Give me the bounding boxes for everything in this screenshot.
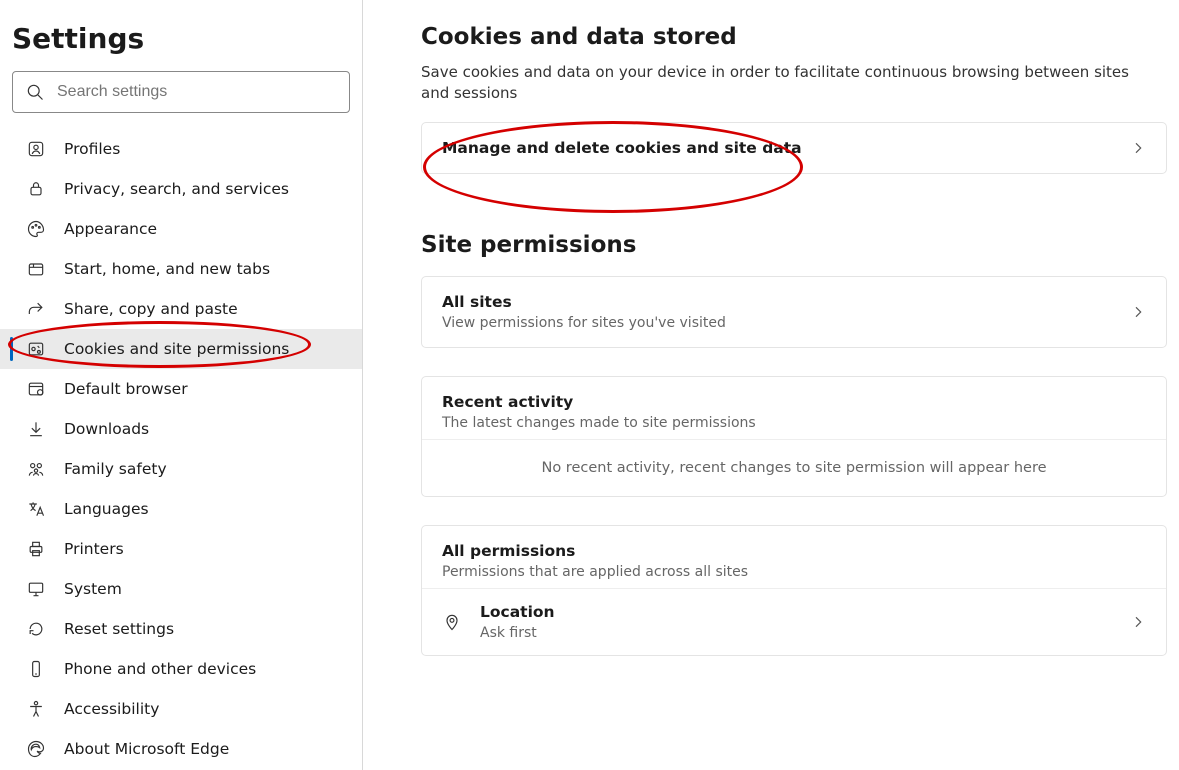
sidebar-item-label: Languages bbox=[64, 500, 149, 518]
all-permissions-sub: Permissions that are applied across all … bbox=[442, 564, 1146, 580]
printer-icon bbox=[26, 539, 46, 559]
all-permissions-card: All permissions Permissions that are app… bbox=[421, 525, 1167, 656]
sidebar-item-phone[interactable]: Phone and other devices bbox=[0, 649, 362, 689]
sidebar-item-label: System bbox=[64, 580, 122, 598]
system-icon bbox=[26, 579, 46, 599]
sidebar-item-default-browser[interactable]: Default browser bbox=[0, 369, 362, 409]
sidebar-item-system[interactable]: System bbox=[0, 569, 362, 609]
permission-location-title: Location bbox=[480, 603, 1112, 621]
sidebar-item-label: Privacy, search, and services bbox=[64, 180, 289, 198]
cookies-section-title: Cookies and data stored bbox=[421, 24, 1167, 50]
sidebar-item-appearance[interactable]: Appearance bbox=[0, 209, 362, 249]
all-sites-card: All sites View permissions for sites you… bbox=[421, 276, 1167, 348]
lock-icon bbox=[26, 179, 46, 199]
tabs-icon bbox=[26, 259, 46, 279]
all-permissions-title: All permissions bbox=[442, 542, 1146, 560]
chevron-right-icon bbox=[1130, 304, 1146, 320]
phone-icon bbox=[26, 659, 46, 679]
sidebar-item-label: Phone and other devices bbox=[64, 660, 256, 678]
cookie-icon bbox=[26, 339, 46, 359]
accessibility-icon bbox=[26, 699, 46, 719]
browser-icon bbox=[26, 379, 46, 399]
sidebar-item-start[interactable]: Start, home, and new tabs bbox=[0, 249, 362, 289]
permission-location-row[interactable]: Location Ask first bbox=[422, 588, 1166, 655]
sidebar-item-downloads[interactable]: Downloads bbox=[0, 409, 362, 449]
sidebar-item-profiles[interactable]: Profiles bbox=[0, 129, 362, 169]
share-icon bbox=[26, 299, 46, 319]
siteperms-section-title: Site permissions bbox=[421, 232, 1167, 258]
download-icon bbox=[26, 419, 46, 439]
settings-nav: Profiles Privacy, search, and services A… bbox=[0, 129, 362, 769]
sidebar-item-label: About Microsoft Edge bbox=[64, 740, 229, 758]
reset-icon bbox=[26, 619, 46, 639]
all-sites-title: All sites bbox=[442, 293, 1114, 311]
palette-icon bbox=[26, 219, 46, 239]
sidebar-item-label: Start, home, and new tabs bbox=[64, 260, 270, 278]
search-icon bbox=[25, 82, 45, 102]
settings-title: Settings bbox=[0, 22, 362, 71]
recent-activity-card: Recent activity The latest changes made … bbox=[421, 376, 1167, 497]
sidebar-item-label: Appearance bbox=[64, 220, 157, 238]
edge-icon bbox=[26, 739, 46, 759]
sidebar-item-family[interactable]: Family safety bbox=[0, 449, 362, 489]
language-icon bbox=[26, 499, 46, 519]
cookies-section-desc: Save cookies and data on your device in … bbox=[421, 62, 1141, 104]
search-input[interactable] bbox=[57, 83, 337, 101]
sidebar-item-label: Downloads bbox=[64, 420, 149, 438]
all-permissions-header: All permissions Permissions that are app… bbox=[422, 526, 1166, 588]
sidebar-item-accessibility[interactable]: Accessibility bbox=[0, 689, 362, 729]
sidebar-item-label: Default browser bbox=[64, 380, 188, 398]
sidebar-item-label: Family safety bbox=[64, 460, 167, 478]
settings-sidebar: Settings Profiles Privacy, search, and s… bbox=[0, 0, 363, 770]
profile-icon bbox=[26, 139, 46, 159]
search-container[interactable] bbox=[12, 71, 350, 113]
manage-cookies-label: Manage and delete cookies and site data bbox=[442, 139, 1114, 157]
sidebar-item-label: Accessibility bbox=[64, 700, 159, 718]
sidebar-item-languages[interactable]: Languages bbox=[0, 489, 362, 529]
recent-activity-header: Recent activity The latest changes made … bbox=[422, 377, 1166, 439]
settings-main: Cookies and data stored Save cookies and… bbox=[363, 0, 1179, 770]
sidebar-item-label: Printers bbox=[64, 540, 124, 558]
permission-location-sub: Ask first bbox=[480, 625, 1112, 641]
all-sites-row[interactable]: All sites View permissions for sites you… bbox=[422, 277, 1166, 347]
recent-activity-title: Recent activity bbox=[442, 393, 1146, 411]
sidebar-item-privacy[interactable]: Privacy, search, and services bbox=[0, 169, 362, 209]
sidebar-item-label: Cookies and site permissions bbox=[64, 340, 289, 358]
sidebar-item-label: Profiles bbox=[64, 140, 120, 158]
chevron-right-icon bbox=[1130, 614, 1146, 630]
sidebar-item-printers[interactable]: Printers bbox=[0, 529, 362, 569]
sidebar-item-label: Reset settings bbox=[64, 620, 174, 638]
family-icon bbox=[26, 459, 46, 479]
location-icon bbox=[442, 612, 462, 632]
sidebar-item-cookies[interactable]: Cookies and site permissions bbox=[0, 329, 362, 369]
all-sites-sub: View permissions for sites you've visite… bbox=[442, 315, 1114, 331]
sidebar-item-about[interactable]: About Microsoft Edge bbox=[0, 729, 362, 769]
manage-cookies-row[interactable]: Manage and delete cookies and site data bbox=[422, 123, 1166, 173]
sidebar-item-share[interactable]: Share, copy and paste bbox=[0, 289, 362, 329]
sidebar-item-reset[interactable]: Reset settings bbox=[0, 609, 362, 649]
sidebar-item-label: Share, copy and paste bbox=[64, 300, 238, 318]
recent-activity-sub: The latest changes made to site permissi… bbox=[442, 415, 1146, 431]
recent-activity-empty: No recent activity, recent changes to si… bbox=[422, 439, 1166, 496]
manage-cookies-card: Manage and delete cookies and site data bbox=[421, 122, 1167, 174]
chevron-right-icon bbox=[1130, 140, 1146, 156]
search-wrap bbox=[0, 71, 362, 129]
